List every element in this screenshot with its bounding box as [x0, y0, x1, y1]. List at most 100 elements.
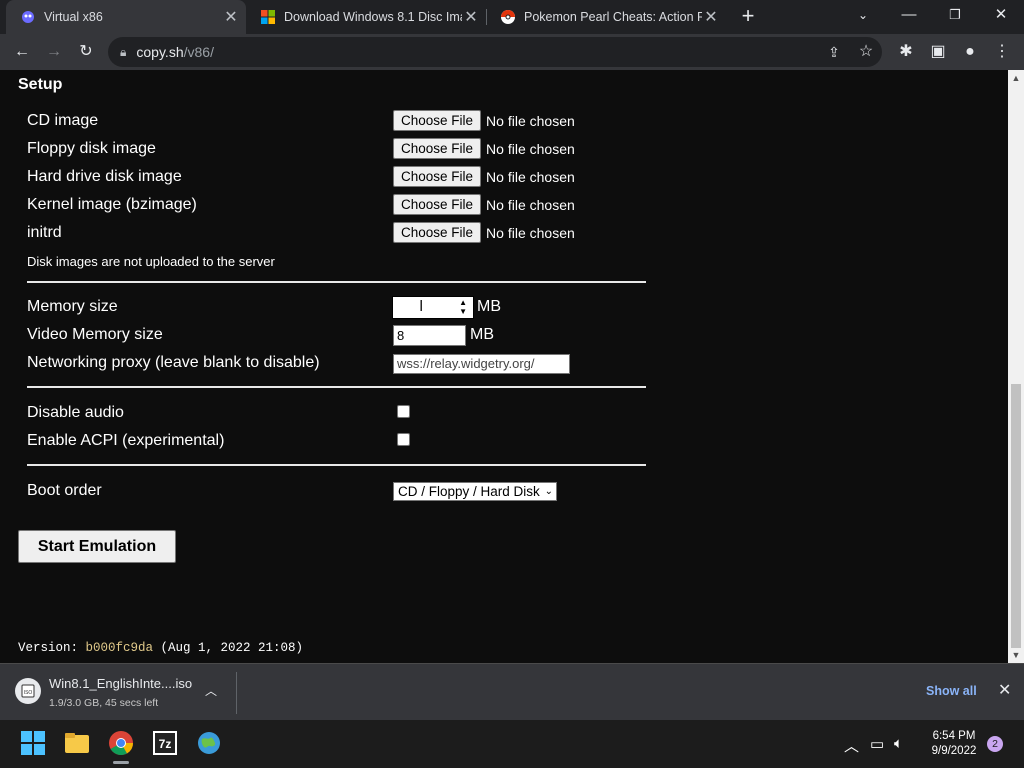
text-cursor-icon: I	[419, 298, 424, 315]
svg-text:ISO: ISO	[24, 690, 33, 696]
version-date: (Aug 1, 2022 21:08)	[153, 641, 304, 655]
pokeball-favicon-icon	[501, 10, 515, 24]
notification-badge[interactable]: 2	[987, 736, 1003, 752]
hard-drive-image-input[interactable]: Choose File No file chosen	[393, 166, 575, 187]
chrome-icon[interactable]	[108, 730, 134, 756]
memory-size-input[interactable]: ▲ ▼ I	[392, 296, 474, 319]
choose-file-button[interactable]: Choose File	[393, 138, 482, 159]
close-tab-icon[interactable]: ✕	[222, 7, 240, 27]
side-panel-icon[interactable]: ▣	[926, 40, 950, 64]
file-status: No file chosen	[486, 196, 575, 213]
forward-icon[interactable]: →	[42, 40, 66, 64]
tab-search-icon[interactable]: ⌄	[840, 0, 886, 30]
initrd-label: initrd	[27, 224, 62, 241]
hard-drive-image-label: Hard drive disk image	[27, 168, 182, 185]
disable-audio-checkbox[interactable]	[397, 405, 410, 418]
tab-title: Download Windows 8.1 Disc Ima	[284, 10, 462, 24]
system-clock[interactable]: 6:54 PM 9/9/2022	[926, 729, 982, 759]
volume-icon[interactable]: 🔈︎	[894, 735, 903, 752]
close-download-bar-icon[interactable]: ✕	[998, 680, 1011, 700]
initrd-input[interactable]: Choose File No file chosen	[393, 222, 575, 243]
browser-toolbar: ← → ↻ 🔒︎ copy.sh/v86/ ⇪ ☆ ✱ ▣ ● ⋮	[0, 34, 1024, 70]
v86-favicon-icon	[22, 11, 34, 23]
restore-button[interactable]: ❐	[932, 0, 978, 30]
enable-acpi-label: Enable ACPI (experimental)	[27, 432, 225, 449]
cd-image-label: CD image	[27, 112, 99, 129]
kernel-image-label: Kernel image (bzimage)	[27, 196, 197, 213]
scrollbar-thumb[interactable]	[1011, 384, 1021, 648]
start-emulation-button[interactable]: Start Emulation	[18, 530, 176, 563]
choose-file-button[interactable]: Choose File	[393, 222, 482, 243]
disable-audio-label: Disable audio	[27, 404, 124, 421]
version-hash: b000fc9da	[85, 641, 154, 655]
boot-order-label: Boot order	[27, 482, 102, 499]
download-bar: ISO Win8.1_EnglishInte....iso 1.9/3.0 GB…	[0, 663, 1024, 720]
svg-text:7z: 7z	[159, 737, 172, 751]
boot-order-select[interactable]: CD / Floppy / Hard Disk ⌄	[393, 482, 557, 501]
back-icon[interactable]: ←	[10, 40, 34, 64]
divider	[27, 464, 646, 466]
file-status: No file chosen	[486, 168, 575, 185]
globe-app-icon[interactable]	[196, 730, 222, 756]
video-memory-value: 8	[397, 328, 405, 343]
tab-bar: Virtual x86 ✕ Download Windows 8.1 Disc …	[0, 0, 1024, 34]
networking-proxy-input[interactable]: wss://relay.widgetry.org/	[393, 354, 570, 374]
7zip-icon[interactable]: 7z	[152, 730, 178, 756]
file-status: No file chosen	[486, 224, 575, 241]
video-memory-unit: MB	[470, 326, 494, 343]
chevron-up-icon[interactable]: ︿	[844, 735, 859, 756]
version-info: Version: b000fc9da (Aug 1, 2022 21:08)	[18, 641, 303, 655]
choose-file-button[interactable]: Choose File	[393, 166, 482, 187]
divider	[27, 281, 646, 283]
page-content: Setup CD image Choose File No file chose…	[0, 70, 1008, 663]
scroll-up-icon[interactable]: ▲	[1008, 70, 1024, 86]
network-icon[interactable]: ▭	[870, 735, 884, 753]
memory-size-label: Memory size	[27, 298, 118, 315]
minimize-button[interactable]: —	[886, 0, 932, 30]
url-path: /v86/	[183, 44, 214, 60]
lock-icon: 🔒︎	[120, 44, 127, 59]
tab-pokemon-cheats[interactable]: Pokemon Pearl Cheats: Action Re ✕	[486, 0, 726, 34]
download-filename[interactable]: Win8.1_EnglishInte....iso	[49, 676, 192, 691]
vertical-scrollbar[interactable]: ▲ ▼	[1008, 70, 1024, 663]
video-memory-input[interactable]: 8	[393, 325, 466, 346]
spinner-icon[interactable]: ▲ ▼	[459, 298, 467, 316]
new-tab-button[interactable]: +	[736, 5, 760, 29]
menu-icon[interactable]: ⋮	[990, 40, 1014, 64]
chevron-up-icon[interactable]: ︿	[205, 682, 217, 699]
share-icon[interactable]: ⇪	[822, 40, 846, 64]
enable-acpi-checkbox[interactable]	[397, 433, 410, 446]
address-bar[interactable]: 🔒︎ copy.sh/v86/	[108, 37, 882, 67]
download-status: 1.9/3.0 GB, 45 secs left	[49, 697, 159, 709]
cd-image-input[interactable]: Choose File No file chosen	[393, 110, 575, 131]
file-explorer-icon[interactable]	[64, 730, 90, 756]
floppy-image-label: Floppy disk image	[27, 140, 156, 157]
close-tab-icon[interactable]: ✕	[702, 7, 720, 27]
active-app-indicator	[113, 761, 129, 764]
url-host: copy.sh	[136, 44, 184, 60]
close-tab-icon[interactable]: ✕	[462, 7, 480, 27]
tab-title: Pokemon Pearl Cheats: Action Re	[524, 10, 702, 24]
memory-unit: MB	[477, 298, 501, 315]
floppy-image-input[interactable]: Choose File No file chosen	[393, 138, 575, 159]
scroll-down-icon[interactable]: ▼	[1008, 647, 1024, 663]
choose-file-button[interactable]: Choose File	[393, 110, 482, 131]
microsoft-favicon-icon	[261, 10, 275, 24]
choose-file-button[interactable]: Choose File	[393, 194, 482, 215]
show-all-link[interactable]: Show all	[926, 684, 977, 698]
windows-start-icon[interactable]	[20, 730, 46, 756]
bookmark-star-icon[interactable]: ☆	[854, 40, 878, 64]
file-status: No file chosen	[486, 140, 575, 157]
reload-icon[interactable]: ↻	[74, 40, 98, 64]
extensions-icon[interactable]: ✱	[894, 40, 918, 64]
clock-time: 6:54 PM	[932, 730, 976, 742]
tab-download-windows[interactable]: Download Windows 8.1 Disc Ima ✕	[246, 0, 486, 34]
close-window-button[interactable]: ✕	[978, 0, 1024, 30]
profile-icon[interactable]: ●	[958, 40, 982, 64]
kernel-image-input[interactable]: Choose File No file chosen	[393, 194, 575, 215]
tab-title: Virtual x86	[44, 10, 103, 24]
divider	[27, 386, 646, 388]
tab-virtual-x86[interactable]: Virtual x86 ✕	[6, 0, 246, 34]
networking-proxy-label: Networking proxy (leave blank to disable…	[27, 354, 320, 371]
divider	[236, 672, 237, 714]
